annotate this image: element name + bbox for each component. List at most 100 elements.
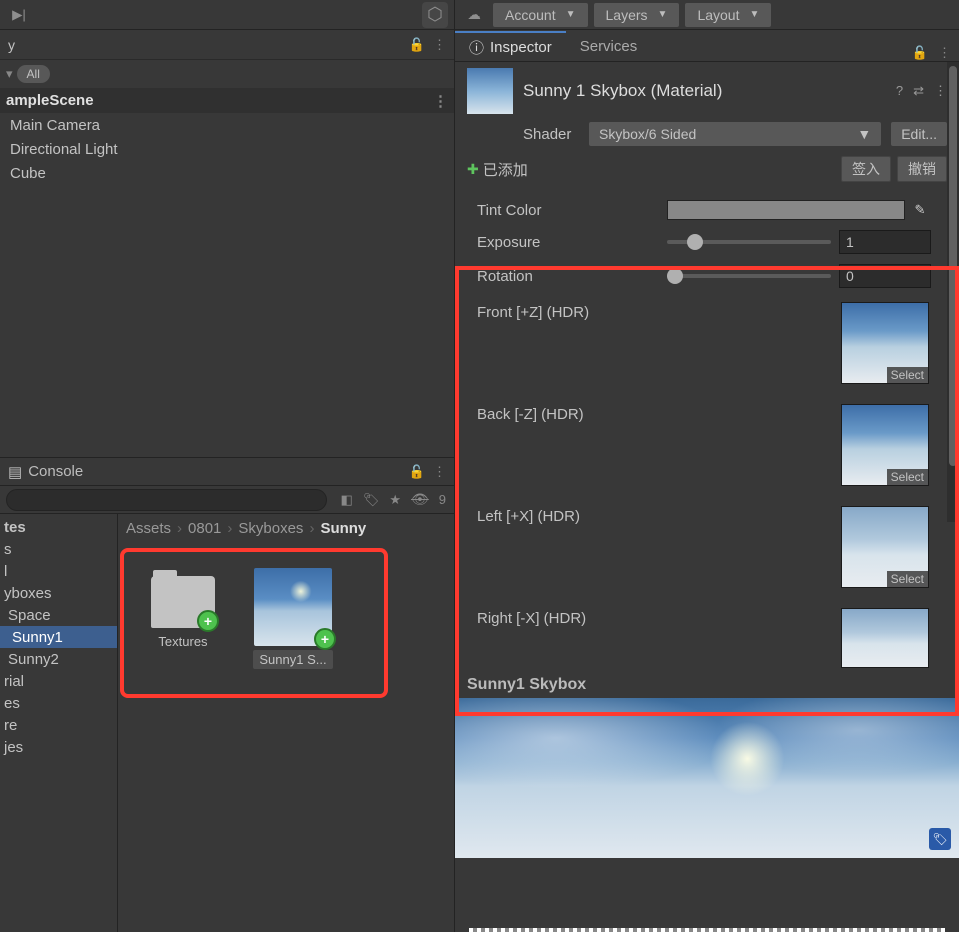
cloud-icon[interactable]: ☁ [461,2,487,28]
rotation-label: Rotation [477,268,667,285]
lock-icon[interactable] [409,37,425,53]
texture-right-row: Right [-X] (HDR) [477,604,931,672]
hidden-icon[interactable]: 👁 [411,491,429,508]
left-toolbar: ▶| ⬡ [0,0,454,30]
package-icon[interactable]: ⬡ [422,2,448,28]
preview-title: Sunny1 Skybox [455,672,959,698]
hierarchy-item[interactable]: Main Camera [0,113,454,137]
play-step-icon[interactable]: ▶| [6,2,32,28]
texture-slot[interactable]: Select [841,506,929,588]
account-dropdown[interactable]: Account▼ [493,3,588,27]
breadcrumb-item[interactable]: Assets [126,520,171,537]
tree-item[interactable]: Sunny2 [0,648,117,670]
eyedropper-icon[interactable]: ✎ [909,202,931,218]
kebab-icon[interactable]: ⋮ [433,37,446,53]
lock-icon[interactable] [912,45,928,61]
tree-item[interactable]: s [0,538,117,560]
project-search-input[interactable] [6,489,327,511]
lock-icon[interactable] [409,464,425,480]
kebab-icon[interactable]: ⋮ [938,45,951,61]
filter-all-pill[interactable]: All [17,65,50,83]
shader-label: Shader [523,126,579,143]
dropdown-caret-icon[interactable]: ▾ [6,66,13,82]
rotation-input[interactable] [839,264,931,288]
shader-dropdown[interactable]: Skybox/6 Sided▼ [589,122,881,146]
texture-slot[interactable]: Select [841,302,929,384]
rotation-slider[interactable] [667,274,831,278]
tint-color-field[interactable] [667,200,905,220]
breadcrumb: Assets› 0801› Skyboxes› Sunny [118,514,454,542]
tree-item-selected[interactable]: Sunny1 [0,626,117,648]
kebab-icon[interactable]: ⋮ [934,83,947,99]
help-icon[interactable]: ? [896,83,903,99]
tree-item[interactable]: jes [0,736,117,758]
tab-services[interactable]: Services [566,31,652,61]
breadcrumb-item-current: Sunny [320,520,366,537]
kebab-icon[interactable]: ⋮ [433,464,446,480]
layers-dropdown[interactable]: Layers▼ [594,3,680,27]
material-preview-thumb [467,68,513,114]
console-label: Console [28,463,83,480]
tree-item[interactable]: re [0,714,117,736]
inspector-tab-strip: ⓘ Inspector Services ⋮ [455,30,959,62]
texture-slot[interactable]: Select [841,404,929,486]
tree-item[interactable]: rial [0,670,117,692]
tint-color-row: Tint Color ✎ [477,200,931,220]
tab-label: Inspector [490,39,552,56]
filter-label-icon[interactable]: 🏷 [363,492,380,508]
right-toolbar: ☁ Account▼ Layers▼ Layout▼ [455,0,959,30]
project-toolbar: ◧ 🏷 ★ 👁 9 [0,486,454,514]
texture-front-row: Front [+Z] (HDR) Select [477,298,931,400]
hierarchy-item[interactable]: Directional Light [0,137,454,161]
tree-item[interactable]: yboxes [0,582,117,604]
tab-inspector[interactable]: ⓘ Inspector [455,31,566,61]
rotation-row: Rotation [477,264,931,288]
shader-row: Shader Skybox/6 Sided▼ Edit... [455,120,959,152]
texture-select-button[interactable]: Select [887,469,928,485]
hierarchy-tab-label: y [8,37,15,53]
console-tab[interactable]: ▤ Console [8,463,83,481]
scene-kebab-icon[interactable]: ⋮ [433,92,448,110]
exposure-slider[interactable] [667,240,831,244]
material-preview[interactable]: 🏷 [455,698,959,858]
checkin-button[interactable]: 签入 [841,156,891,182]
hierarchy-search-row: ▾ All [0,60,454,88]
exposure-input[interactable] [839,230,931,254]
vcs-status-row: ✚ 已添加 签入 撤销 [455,152,959,186]
exposure-label: Exposure [477,234,667,251]
tree-item[interactable]: l [0,560,117,582]
folder-item[interactable]: + Textures [138,568,228,669]
tab-label: Services [580,38,638,55]
scene-row[interactable]: ampleScene ⋮ [0,88,454,113]
hidden-count: 9 [439,492,446,507]
scrollbar-track[interactable] [947,62,959,522]
material-label: Sunny1 S... [253,650,332,669]
texture-select-button[interactable]: Select [887,367,928,383]
tint-label: Tint Color [477,202,667,219]
hierarchy-item[interactable]: Cube [0,161,454,185]
edit-button[interactable]: Edit... [891,122,947,146]
breadcrumb-item[interactable]: Skyboxes [238,520,303,537]
layout-dropdown[interactable]: Layout▼ [685,3,771,27]
scene-name: ampleScene [6,92,94,109]
filter-type-icon[interactable]: ◧ [341,492,353,508]
texture-select-button[interactable]: Select [887,571,928,587]
plus-badge-icon: + [314,628,336,650]
preset-icon[interactable]: ⇄ [913,83,924,99]
material-item[interactable]: + Sunny1 S... [248,568,338,669]
tree-item[interactable]: Space [0,604,117,626]
console-icon: ▤ [8,463,22,481]
scrollbar-thumb[interactable] [949,66,957,466]
project-grid: + Textures + Sunny1 S... [118,542,454,932]
texture-slot[interactable] [841,608,929,668]
texture-left-row: Left [+X] (HDR) Select [477,502,931,604]
inspector-body: Sunny 1 Skybox (Material) ? ⇄ ⋮ Shader S… [455,62,959,932]
tag-icon[interactable]: 🏷 [929,828,951,850]
tree-header: tes [0,516,117,538]
favorite-star-icon[interactable]: ★ [389,492,401,508]
breadcrumb-item[interactable]: 0801 [188,520,221,537]
revert-button[interactable]: 撤销 [897,156,947,182]
tree-item[interactable]: es [0,692,117,714]
hierarchy-tab-header: y ⋮ [0,30,454,60]
material-header: Sunny 1 Skybox (Material) ? ⇄ ⋮ [455,62,959,120]
